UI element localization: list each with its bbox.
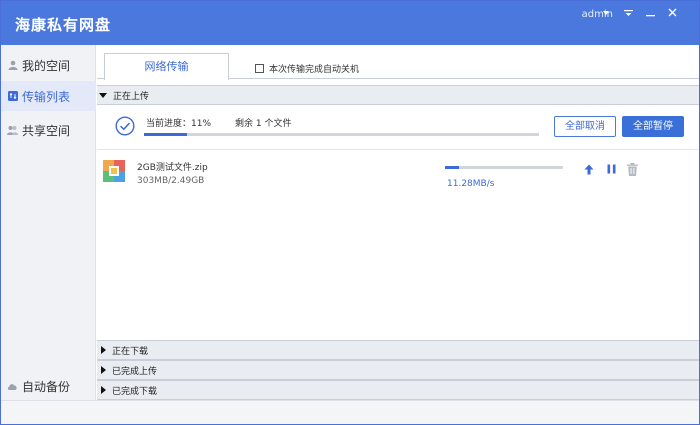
section-title: 已完成上传 xyxy=(112,366,158,377)
overall-progress-fill xyxy=(144,133,188,136)
sidebar-item-my-space[interactable]: 我的空间 xyxy=(1,50,96,80)
sidebar-item-transfer-list[interactable]: 传输列表 xyxy=(1,81,96,111)
zip-file-icon xyxy=(103,160,125,182)
tab-network-transfer[interactable]: 网络传输 xyxy=(104,53,229,80)
section-title: 正在下载 xyxy=(112,346,149,357)
file-progress-fill xyxy=(445,166,460,169)
upload-summary: 当前进度：11% 剩余 1 个文件 全部取消 全部暂停 xyxy=(97,106,699,146)
caret-right-icon xyxy=(101,386,106,394)
divider xyxy=(97,149,699,150)
close-icon[interactable] xyxy=(665,7,679,21)
section-uploading-header[interactable]: 正在上传 xyxy=(97,85,699,105)
status-bar xyxy=(1,400,699,424)
user-dropdown-icon[interactable] xyxy=(599,7,613,21)
section-downloaded-header[interactable]: 已完成下载 xyxy=(97,380,699,400)
upload-icon[interactable] xyxy=(583,162,595,176)
auto-shutdown-option[interactable]: 本次传输完成自动关机 xyxy=(255,62,359,75)
section-uploaded-header[interactable]: 已完成上传 xyxy=(97,360,699,380)
sidebar-item-auto-backup[interactable]: 自动备份 xyxy=(1,371,96,401)
menu-icon[interactable] xyxy=(621,7,635,21)
check-circle-icon xyxy=(115,116,135,136)
share-icon xyxy=(7,125,18,136)
app-window: 海康私有网盘 admin 我的空间 传输列表 共享空间 自动备份 网络传输 本次… xyxy=(0,0,700,425)
title-bar: 海康私有网盘 admin xyxy=(1,1,699,45)
caret-right-icon xyxy=(101,366,106,374)
sidebar: 我的空间 传输列表 共享空间 自动备份 xyxy=(1,45,96,400)
remaining-files-label: 剩余 1 个文件 xyxy=(235,119,292,129)
sidebar-item-label: 自动备份 xyxy=(22,379,71,394)
cancel-all-button[interactable]: 全部取消 xyxy=(554,116,616,137)
overall-progress-label: 当前进度：11% xyxy=(146,119,212,129)
user-icon xyxy=(7,60,18,71)
transfer-icon xyxy=(7,91,18,102)
caret-down-icon xyxy=(99,92,107,98)
overall-progress-bar xyxy=(144,133,539,136)
sidebar-item-label: 我的空间 xyxy=(22,58,71,73)
minimize-icon[interactable] xyxy=(643,7,657,21)
auto-shutdown-checkbox[interactable] xyxy=(255,64,264,73)
transfer-speed: 11.28MB/s xyxy=(447,179,495,189)
pause-icon[interactable] xyxy=(605,162,617,176)
tab-bar: 网络传输 本次传输完成自动关机 xyxy=(97,45,699,80)
file-name: 2GB测试文件.zip xyxy=(137,163,208,173)
main-panel: 网络传输 本次传输完成自动关机 正在上传 当前进度：11% 剩余 1 个文件 全… xyxy=(97,45,699,400)
cloud-icon xyxy=(7,381,18,392)
section-title: 已完成下载 xyxy=(112,386,158,397)
section-title: 正在上传 xyxy=(113,91,150,102)
sidebar-item-shared-space[interactable]: 共享空间 xyxy=(1,115,96,145)
pause-all-button[interactable]: 全部暂停 xyxy=(622,116,684,137)
file-size: 303MB/2.49GB xyxy=(137,176,205,186)
file-progress-bar xyxy=(445,166,563,169)
app-title: 海康私有网盘 xyxy=(15,16,112,34)
section-downloading-header[interactable]: 正在下载 xyxy=(97,340,699,360)
auto-shutdown-label: 本次传输完成自动关机 xyxy=(269,65,360,75)
delete-icon[interactable] xyxy=(626,162,638,176)
caret-right-icon xyxy=(101,346,106,354)
sidebar-item-label: 传输列表 xyxy=(22,89,71,104)
sidebar-item-label: 共享空间 xyxy=(22,123,71,138)
upload-file-row[interactable]: 2GB测试文件.zip 303MB/2.49GB 11.28MB/s xyxy=(97,155,699,195)
